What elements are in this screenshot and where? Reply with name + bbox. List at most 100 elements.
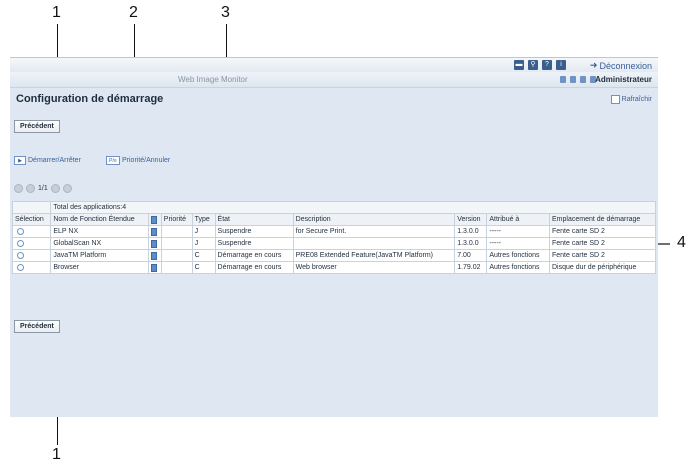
table-row: GlobalScan NX J Suspendre 1.3.0.0 ----- … bbox=[11, 237, 656, 250]
alert-icon[interactable] bbox=[560, 76, 566, 83]
web-image-monitor-screen: ▬ ⚲ ? i ➜ Déconnexion Web Image Monitor … bbox=[10, 57, 658, 417]
top-icon-group: ▬ ⚲ ? i bbox=[514, 60, 566, 70]
row-select-radio[interactable] bbox=[17, 251, 24, 259]
cell-version: 1.3.0.0 bbox=[454, 225, 488, 238]
table-header-row: Sélection Nom de Fonction Étendue Priori… bbox=[11, 213, 656, 226]
cell-type: J bbox=[191, 225, 216, 238]
cell-priority bbox=[160, 237, 193, 250]
cell-location: Disque dur de périphérique bbox=[549, 261, 656, 274]
app-title: Web Image Monitor bbox=[178, 75, 248, 84]
header-bar: Web Image Monitor Administrateur bbox=[10, 72, 658, 88]
callout-1-bottom: 1 bbox=[52, 446, 61, 463]
top-toolbar: ▬ ⚲ ? i ➜ Déconnexion bbox=[10, 58, 658, 72]
cell-name: Browser bbox=[50, 261, 150, 274]
cell-priority bbox=[160, 249, 193, 262]
table-row: ELP NX J Suspendre for Secure Print. 1.3… bbox=[11, 225, 656, 238]
callout-3-top: 3 bbox=[221, 4, 230, 21]
info-icon[interactable]: i bbox=[556, 60, 566, 70]
cell-version: 1.3.0.0 bbox=[454, 237, 488, 250]
cell-assigned: ----- bbox=[486, 237, 550, 250]
header-icon-group bbox=[560, 76, 596, 83]
row-select-radio[interactable] bbox=[17, 263, 24, 271]
callout-2-top: 2 bbox=[129, 4, 138, 21]
cell-assigned: Autres fonctions bbox=[486, 261, 550, 274]
start-stop-icon: ▶ bbox=[14, 156, 26, 165]
page-title: Configuration de démarrage bbox=[16, 93, 164, 105]
details-icon bbox=[151, 215, 158, 224]
cell-name: GlobalScan NX bbox=[50, 237, 150, 250]
row-details-icon[interactable] bbox=[151, 239, 158, 248]
priority-cancel-icon: P/≡ bbox=[106, 156, 120, 165]
applications-table: Total des applications:4 Sélection Nom d… bbox=[11, 201, 656, 274]
col-details bbox=[148, 213, 162, 226]
cell-assigned: Autres fonctions bbox=[486, 249, 550, 262]
row-details-icon[interactable] bbox=[151, 227, 158, 236]
cell-description bbox=[292, 237, 456, 250]
row-details-icon[interactable] bbox=[151, 251, 158, 260]
pagination: 1/1 bbox=[14, 184, 72, 193]
col-state: État bbox=[214, 213, 294, 226]
cell-location: Fente carte SD 2 bbox=[549, 237, 656, 250]
logout-label: Déconnexion bbox=[599, 60, 652, 71]
logout-icon: ➜ bbox=[589, 60, 598, 70]
cell-priority bbox=[160, 261, 193, 274]
cell-description: Web browser bbox=[292, 261, 456, 274]
cell-state: Suspendre bbox=[214, 237, 294, 250]
callout-4-right: 4 bbox=[677, 234, 686, 251]
cell-description: PRE08 Extended Feature(JavaTM Platform) bbox=[292, 249, 456, 262]
cell-state: Suspendre bbox=[214, 225, 294, 238]
cell-description: for Secure Print. bbox=[292, 225, 456, 238]
start-stop-button[interactable]: ▶ Démarrer/Arrêter bbox=[14, 156, 81, 165]
previous-page-icon[interactable] bbox=[26, 184, 35, 193]
cell-location: Fente carte SD 2 bbox=[549, 249, 656, 262]
col-description: Description bbox=[292, 213, 456, 226]
col-version: Version bbox=[454, 213, 488, 226]
total-applications: Total des applications:4 bbox=[50, 201, 656, 214]
col-startup-location: Emplacement de démarrage bbox=[549, 213, 656, 226]
refresh-icon bbox=[610, 95, 620, 104]
col-selection: Sélection bbox=[11, 213, 52, 226]
cell-type: C bbox=[191, 249, 216, 262]
cell-name: JavaTM Platform bbox=[50, 249, 150, 262]
user-label: Administrateur bbox=[595, 75, 652, 84]
refresh-label: Rafraîchir bbox=[621, 96, 652, 103]
col-assigned-to: Attribué à bbox=[486, 213, 550, 226]
row-select-radio[interactable] bbox=[17, 239, 24, 247]
keyboard-icon[interactable]: ▬ bbox=[514, 60, 524, 70]
cell-assigned: ----- bbox=[486, 225, 550, 238]
row-details-icon[interactable] bbox=[151, 263, 158, 272]
cell-state: Démarrage en cours bbox=[214, 249, 294, 262]
logout-link[interactable]: ➜ Déconnexion bbox=[590, 60, 652, 71]
table-row: JavaTM Platform C Démarrage en cours PRE… bbox=[11, 249, 656, 262]
cell-version: 1.79.02 bbox=[454, 261, 488, 274]
cell-version: 7.00 bbox=[454, 249, 488, 262]
table-row: Browser C Démarrage en cours Web browser… bbox=[11, 261, 656, 274]
refresh-link[interactable]: Rafraîchir bbox=[610, 95, 652, 104]
next-page-icon[interactable] bbox=[50, 184, 60, 193]
previous-button-bottom[interactable]: Précédent bbox=[14, 320, 60, 333]
start-stop-label: Démarrer/Arrêter bbox=[28, 157, 81, 164]
first-page-icon[interactable] bbox=[14, 184, 23, 193]
callout-1-top: 1 bbox=[52, 4, 61, 21]
priority-cancel-button[interactable]: P/≡ Priorité/Annuler bbox=[106, 156, 170, 165]
cell-type: C bbox=[191, 261, 216, 274]
status-icon[interactable] bbox=[570, 76, 576, 83]
row-select-radio[interactable] bbox=[17, 227, 24, 235]
total-row: Total des applications:4 bbox=[11, 201, 656, 214]
cell-name: ELP NX bbox=[50, 225, 150, 238]
cell-location: Fente carte SD 2 bbox=[549, 225, 656, 238]
col-function-name: Nom de Fonction Étendue bbox=[50, 213, 150, 226]
help-icon[interactable]: ? bbox=[542, 60, 552, 70]
printer-icon[interactable] bbox=[580, 76, 586, 83]
cell-priority bbox=[160, 225, 193, 238]
cell-type: J bbox=[191, 237, 216, 250]
cell-state: Démarrage en cours bbox=[214, 261, 294, 274]
previous-button-top[interactable]: Précédent bbox=[14, 120, 60, 133]
col-priority: Priorité bbox=[160, 213, 193, 226]
col-type: Type bbox=[191, 213, 216, 226]
search-icon[interactable]: ⚲ bbox=[528, 60, 538, 70]
page-indicator: 1/1 bbox=[38, 185, 48, 192]
priority-cancel-label: Priorité/Annuler bbox=[122, 157, 171, 164]
last-page-icon[interactable] bbox=[62, 184, 72, 193]
total-cell-empty bbox=[11, 201, 52, 214]
